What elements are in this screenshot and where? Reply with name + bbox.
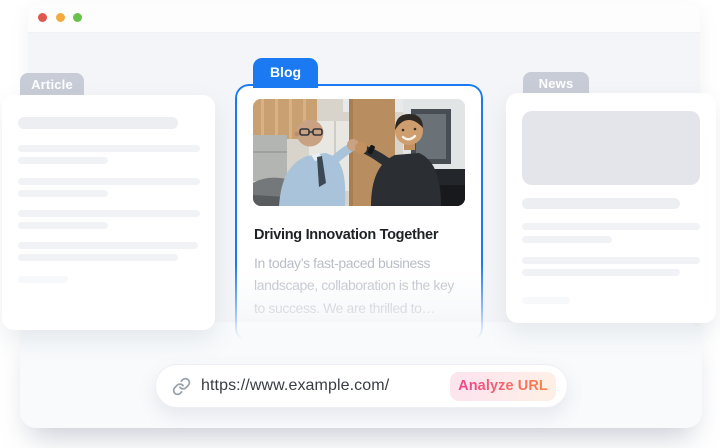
- skeleton-line: [18, 178, 200, 185]
- tab-blog[interactable]: Blog: [253, 58, 318, 88]
- blog-preview-card: Driving Innovation Together In today’s f…: [235, 84, 483, 342]
- url-input[interactable]: https://www.example.com/: [201, 377, 389, 395]
- blog-excerpt-line: to success. We are thrilled to…: [254, 297, 480, 319]
- two-colleagues-fist-bump-photo: [253, 99, 465, 206]
- skeleton-line: [18, 276, 68, 283]
- skeleton-line: [18, 145, 200, 152]
- skeleton-line: [522, 198, 680, 209]
- url-analyzer-illustration: Article News: [0, 0, 720, 448]
- blog-title: Driving Innovation Together: [254, 227, 469, 243]
- tab-article-label: Article: [31, 77, 73, 92]
- skeleton-line: [18, 242, 198, 249]
- maximize-dot-icon[interactable]: [73, 13, 82, 22]
- close-dot-icon[interactable]: [38, 13, 47, 22]
- skeleton-line: [18, 117, 178, 129]
- skeleton-line: [18, 210, 200, 217]
- link-icon: [172, 377, 191, 396]
- minimize-dot-icon[interactable]: [56, 13, 65, 22]
- news-preview-card: [506, 93, 716, 323]
- skeleton-line: [18, 157, 108, 164]
- tab-blog-label: Blog: [270, 64, 301, 80]
- skeleton-line: [522, 257, 700, 264]
- skeleton-line: [522, 269, 680, 276]
- browser-titlebar: [28, 3, 700, 33]
- skeleton-line: [522, 223, 700, 230]
- skeleton-line: [522, 236, 612, 243]
- analyze-url-button[interactable]: Analyze URL: [450, 372, 556, 401]
- url-bar[interactable]: https://www.example.com/ Analyze URL: [155, 364, 568, 408]
- skeleton-line: [18, 254, 178, 261]
- image-placeholder: [522, 111, 700, 185]
- skeleton-line: [522, 297, 570, 304]
- article-preview-card: [2, 95, 215, 330]
- skeleton-line: [18, 222, 108, 229]
- tab-news-label: News: [539, 76, 574, 91]
- blog-excerpt-line: landscape, collaboration is the key: [254, 274, 480, 296]
- blog-excerpt: In today’s fast-paced business landscape…: [254, 252, 480, 319]
- analyze-url-button-label: Analyze URL: [458, 378, 548, 394]
- blog-excerpt-line: In today’s fast-paced business: [254, 252, 480, 274]
- skeleton-line: [18, 190, 108, 197]
- blog-photo: [253, 99, 465, 206]
